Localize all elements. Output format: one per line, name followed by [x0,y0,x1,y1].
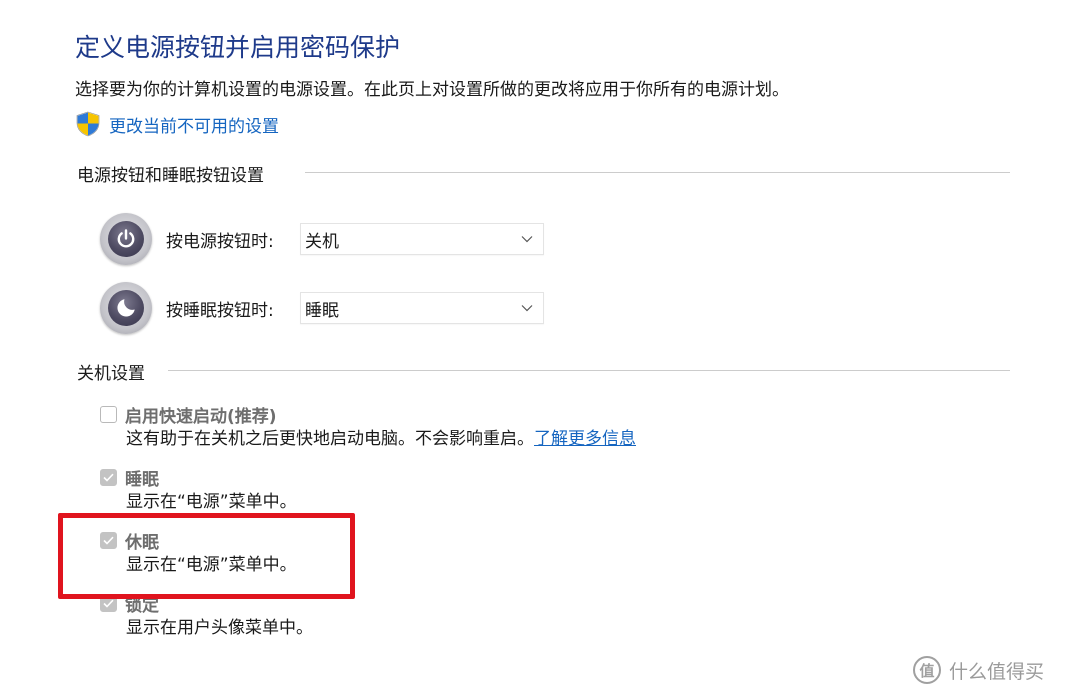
power-button-icon [100,213,152,265]
option-title: 启用快速启动(推荐) [125,406,277,427]
sleep-option: 睡眠 显示在“电源”菜单中。 [100,464,297,514]
power-button-action-select[interactable]: 关机 [300,223,544,255]
option-description: 显示在“电源”菜单中。 [126,492,297,512]
highlight-annotation-box [58,513,355,599]
section-divider [168,370,1010,371]
section-divider [305,172,1010,173]
sleep-button-label: 按睡眠按钮时: [166,300,274,321]
sleep-button-action-value: 睡眠 [305,300,339,321]
power-buttons-heading: 电源按钮和睡眠按钮设置 [77,165,264,186]
chevron-down-icon [521,236,533,243]
checkmark-icon [103,599,114,608]
option-description: 这有助于在关机之后更快地启动电脑。不会影响重启。 [126,429,534,449]
chevron-down-icon [521,305,533,312]
sleep-button-icon [100,282,152,334]
change-settings-link-text[interactable]: 更改当前不可用的设置 [109,112,279,137]
fast-startup-checkbox[interactable] [100,405,117,423]
learn-more-link[interactable]: 了解更多信息 [534,429,636,449]
power-button-action-value: 关机 [305,231,339,252]
sleep-checkbox[interactable] [100,468,117,486]
watermark: 值 什么值得买 [913,656,1044,684]
watermark-text: 什么值得买 [949,660,1045,683]
option-description: 显示在用户头像菜单中。 [126,618,313,638]
page-title: 定义电源按钮并启用密码保护 [75,33,401,62]
change-settings-link[interactable]: 更改当前不可用的设置 [75,110,279,138]
sleep-button-row: 按睡眠按钮时: 睡眠 [100,281,544,335]
power-button-row: 按电源按钮时: 关机 [100,212,544,266]
option-title: 睡眠 [125,469,159,490]
power-button-label: 按电源按钮时: [166,231,274,252]
uac-shield-icon [76,111,100,137]
checkmark-icon [103,473,114,482]
page-description: 选择要为你的计算机设置的电源设置。在此页上对设置所做的更改将应用于你所有的电源计… [75,80,789,100]
fast-startup-option: 启用快速启动(推荐) 这有助于在关机之后更快地启动电脑。不会影响重启。了解更多信… [100,401,636,451]
watermark-logo-icon: 值 [913,656,941,684]
sleep-button-action-select[interactable]: 睡眠 [300,292,544,324]
shutdown-settings-heading: 关机设置 [77,363,145,384]
